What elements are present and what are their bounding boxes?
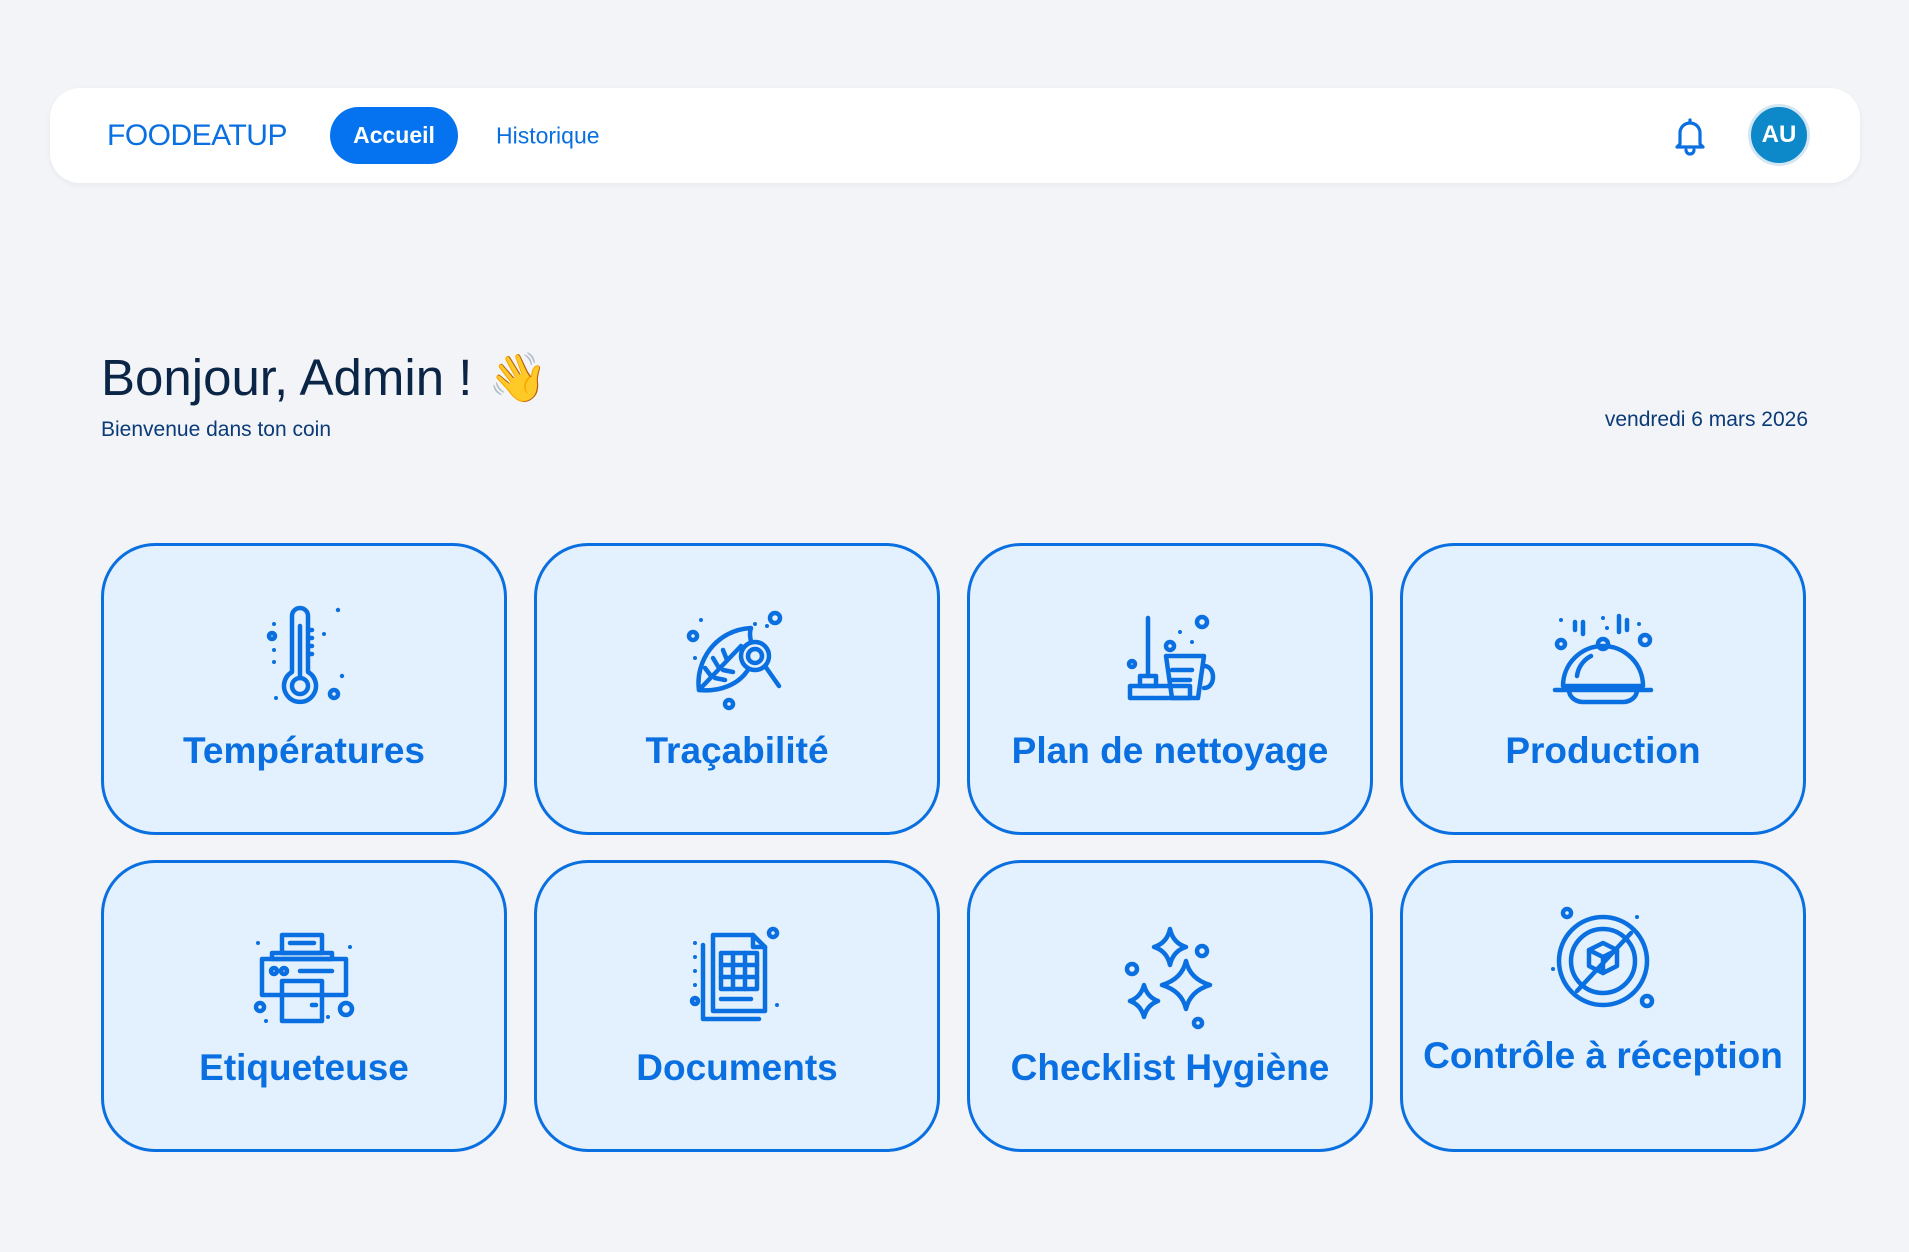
tile-label: Températures — [183, 730, 425, 771]
tile-label: Production — [1505, 730, 1701, 771]
tile-label: Contrôle à réception — [1423, 1035, 1783, 1076]
tile-label: Documents — [636, 1047, 838, 1088]
welcome-subtitle: Bienvenue dans ton coin — [101, 418, 332, 441]
cleaning-icon — [1114, 606, 1226, 714]
tile-label: Plan de nettoyage — [1011, 730, 1329, 771]
cloche-icon — [1547, 606, 1659, 714]
current-date: vendredi 6 mars 2026 — [1604, 408, 1808, 431]
sparkles-icon — [1114, 923, 1226, 1031]
tile-checklist-hygiene[interactable]: Checklist Hygiène — [967, 860, 1373, 1152]
printer-icon — [248, 923, 360, 1031]
tile-label: Traçabilité — [645, 730, 829, 771]
leaf-search-icon — [681, 606, 793, 714]
tile-temperatures[interactable]: Températures — [101, 543, 507, 835]
greeting-text: Bonjour, Admin ! — [101, 349, 473, 406]
logo[interactable]: FOODEATUP — [107, 119, 287, 153]
top-navbar: FOODEATUP Accueil Historique AU — [50, 88, 1860, 183]
tile-label: Checklist Hygiène — [1010, 1047, 1330, 1088]
page-title: Bonjour, Admin ! 👋 — [101, 348, 548, 407]
tile-documents[interactable]: Documents — [534, 860, 940, 1152]
thermometer-icon — [248, 605, 360, 714]
tile-plan-de-nettoyage[interactable]: Plan de nettoyage — [967, 543, 1373, 835]
module-grid: Températures Traçabilité Plan de nettoya… — [101, 543, 1806, 1152]
documents-icon — [681, 923, 793, 1031]
tile-label: Etiqueteuse — [199, 1047, 409, 1088]
tile-tracabilite[interactable]: Traçabilité — [534, 543, 940, 835]
tile-production[interactable]: Production — [1400, 543, 1806, 835]
nav-accueil-button[interactable]: Accueil — [330, 107, 458, 164]
tile-etiqueteuse[interactable]: Etiqueteuse — [101, 860, 507, 1152]
waving-hand-icon: 👋 — [488, 352, 549, 405]
bell-icon[interactable] — [1670, 116, 1710, 156]
package-inspection-icon — [1547, 906, 1659, 1031]
avatar[interactable]: AU — [1748, 104, 1810, 166]
tile-controle-a-reception[interactable]: Contrôle à réception — [1400, 860, 1806, 1152]
nav-historique-link[interactable]: Historique — [496, 122, 600, 149]
